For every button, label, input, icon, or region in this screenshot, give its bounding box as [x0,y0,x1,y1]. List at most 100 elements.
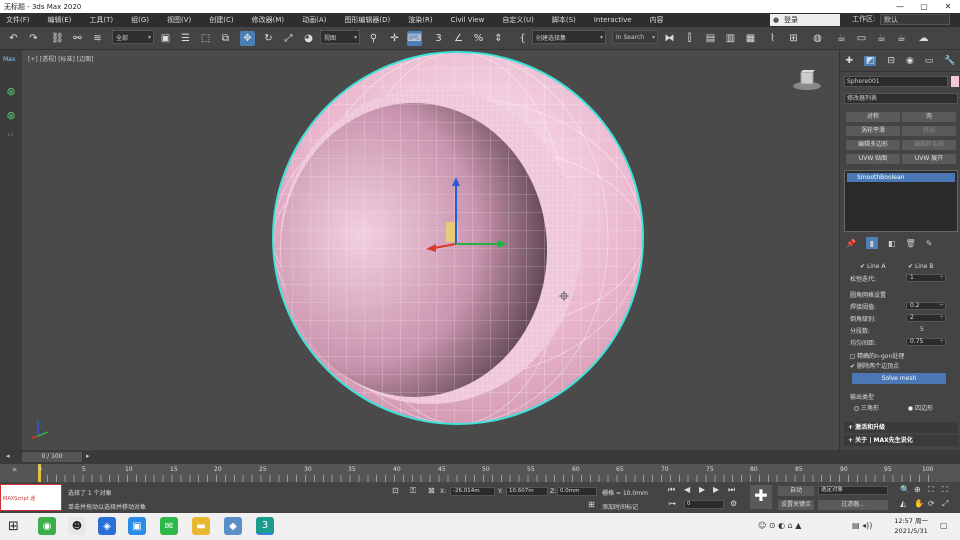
undo-icon[interactable]: ↶ [6,31,21,46]
time-config-icon[interactable]: ⚙ [730,499,737,508]
scene-states-icon[interactable]: ⊛ [4,108,18,122]
remove-modifier-icon[interactable]: 🗑 [906,239,916,248]
redo-icon[interactable]: ↷ [26,31,41,46]
menu-group[interactable]: 组(G) [131,15,149,25]
line-a-button[interactable]: ✔ Line A [860,263,885,270]
tray-network-icon[interactable]: ▤ ◂)) [852,521,872,530]
maximize-viewport-icon[interactable]: ⤢ [942,499,948,509]
curve-editor-icon[interactable]: ⌇ [765,31,780,46]
close-button[interactable]: ✕ [936,0,960,13]
hierarchy-tab-icon[interactable]: ⊟ [887,56,895,66]
modifier-list-dropdown[interactable]: 修改器列表 [844,93,958,104]
maximize-button[interactable]: ▢ [912,0,936,13]
weld-spinner[interactable]: 0.2 [906,302,946,310]
auto-key-button[interactable]: 自动 [778,486,814,496]
modifier-btn-turbosmooth[interactable]: 涡轮平滑 [846,126,900,136]
create-tab-icon[interactable]: ✚ [845,56,853,66]
current-frame-field[interactable]: 0 [684,500,724,509]
object-name-field[interactable]: Sphere001 [844,76,948,87]
toggle-ribbon-icon[interactable]: ▦ [743,31,758,46]
x-coordinate-field[interactable]: -26.014m [450,487,495,496]
taskbar-3dsmax-icon[interactable]: 3 [256,517,274,535]
time-slider-handle[interactable]: 0 / 100 [22,452,82,462]
utilities-tab-icon[interactable]: 🔧 [944,56,955,66]
object-color-swatch[interactable] [951,76,959,87]
maxscript-mini-listener[interactable]: MAXScript 迷 [0,484,62,511]
pivot-center-icon[interactable]: ⚲ [366,31,381,46]
windows-start-icon[interactable]: ⊞ [8,519,19,534]
pin-stack-icon[interactable]: 📌 [846,239,856,248]
notification-icon[interactable]: ▢ [940,521,948,530]
keyboard-shortcut-toggle-icon[interactable]: ⌨ [407,31,422,46]
snaps-toggle-icon[interactable]: 3 [431,31,446,46]
scene-explorer-icon[interactable]: ▤ [703,31,718,46]
key-mode-icon[interactable]: ⊶ [668,499,676,508]
expand-arrows-icon[interactable]: ‹› [7,130,13,139]
iterations-spinner[interactable]: 1 [906,274,946,282]
layer-explorer-icon[interactable]: ▥ [723,31,738,46]
modifier-btn-uvw-unwrap[interactable]: UVW 展开 [902,154,956,164]
radio-triangle[interactable]: 三角形 [854,403,879,412]
modifier-btn-extrude[interactable]: 挤出 [902,126,956,136]
isolate-selection-icon[interactable]: ⊡ [392,486,399,495]
taskbar-qq-icon[interactable]: ☻ [68,517,86,535]
field-of-view-icon[interactable]: ◭ [900,499,906,508]
reference-coordinate-dropdown[interactable]: 视图 [320,30,360,44]
display-tab-icon[interactable]: ▭ [925,56,934,66]
rollout-about[interactable]: + 关于 | MAX先生说化 [844,435,958,446]
y-coordinate-field[interactable]: 10.607m [506,487,548,496]
segments-value[interactable]: 5 [920,326,924,333]
window-crossing-icon[interactable]: ⧉ [218,31,233,46]
remove-edge-verts-checkbox[interactable]: ✔ 删除两个边顶点 [850,361,899,370]
taskbar-360-icon[interactable]: ◉ [38,517,56,535]
mirror-icon[interactable]: ⧓ [662,31,677,46]
menu-graph-editors[interactable]: 图形编辑器(D) [344,15,390,25]
play-icon[interactable]: ▶ [699,485,705,494]
perspective-viewport[interactable]: [+] [透视] [标准] [边面] [22,50,839,450]
chamfer-spinner[interactable]: 2 [906,314,946,322]
key-filters-button[interactable]: 过滤器... [818,500,888,510]
absolute-mode-icon[interactable]: ⊠ [428,486,435,495]
user-signin-field[interactable]: ● 登录 [770,14,840,26]
manipulate-icon[interactable]: ✛ [387,31,402,46]
z-coordinate-field[interactable]: 0.0mm [557,487,597,496]
bind-space-warp-icon[interactable]: ≋ [90,31,105,46]
schematic-view-icon[interactable]: ⊞ [786,31,801,46]
stack-item-smoothboolean[interactable]: SmoothBoolean [847,173,955,182]
angle-snap-icon[interactable]: ∠ [451,31,466,46]
prev-frame-icon[interactable]: ◂ [6,452,10,460]
prev-key-icon[interactable]: ◀︎ [684,485,690,494]
selection-lock-icon[interactable]: ⚿ [410,486,416,496]
menu-file[interactable]: 文件(F) [6,15,30,25]
go-to-start-icon[interactable]: ⏮ [668,485,675,495]
material-editor-icon[interactable]: ◍ [810,31,825,46]
viewcube-icon[interactable] [791,68,823,92]
track-menu-icon[interactable]: ≡ [12,466,17,473]
modifier-btn-edit-spline[interactable]: 编辑样条线 [902,140,956,150]
key-filter-dropdown[interactable]: 选定对象 [818,486,888,495]
precise-ngon-checkbox[interactable]: 精确的n-gon处理 [850,351,904,360]
modifier-btn-edit-poly[interactable]: 编辑多边形 [846,140,900,150]
modifier-btn-shell[interactable]: 壳 [902,112,956,122]
menu-animation[interactable]: 动画(A) [302,15,326,25]
motion-tab-icon[interactable]: ◉ [906,56,914,66]
tray-icons[interactable]: ☺ ⊙ ◐ ⌂ ▲ [758,521,801,530]
menu-civil-view[interactable]: Civil View [451,16,485,24]
select-scale-icon[interactable]: ⤢ [281,31,296,46]
rectangular-selection-icon[interactable]: ⬚ [198,31,213,46]
next-key-icon[interactable]: ▶︎ [713,485,719,494]
set-key-button[interactable]: 设置关键点 [778,500,814,510]
zoom-extents-icon[interactable]: ⛶ [928,485,934,495]
minimize-button[interactable]: — [888,0,912,13]
edit-named-selection-icon[interactable]: { [515,31,530,46]
render-production-icon[interactable]: ☕ [874,31,889,46]
configure-sets-icon[interactable]: ✎ [926,239,933,248]
search-field[interactable]: In Search [612,30,658,44]
taskbar-shield-icon[interactable]: ◈ [98,517,116,535]
select-object-icon[interactable]: ▣ [158,31,173,46]
next-frame-icon[interactable]: ▸ [86,452,90,460]
pan-icon[interactable]: ✋ [914,499,924,508]
menu-edit[interactable]: 编辑(E) [48,15,72,25]
spinner-snap-icon[interactable]: ⇕ [491,31,506,46]
modifier-btn-uvw-map[interactable]: UVW 贴图 [846,154,900,164]
